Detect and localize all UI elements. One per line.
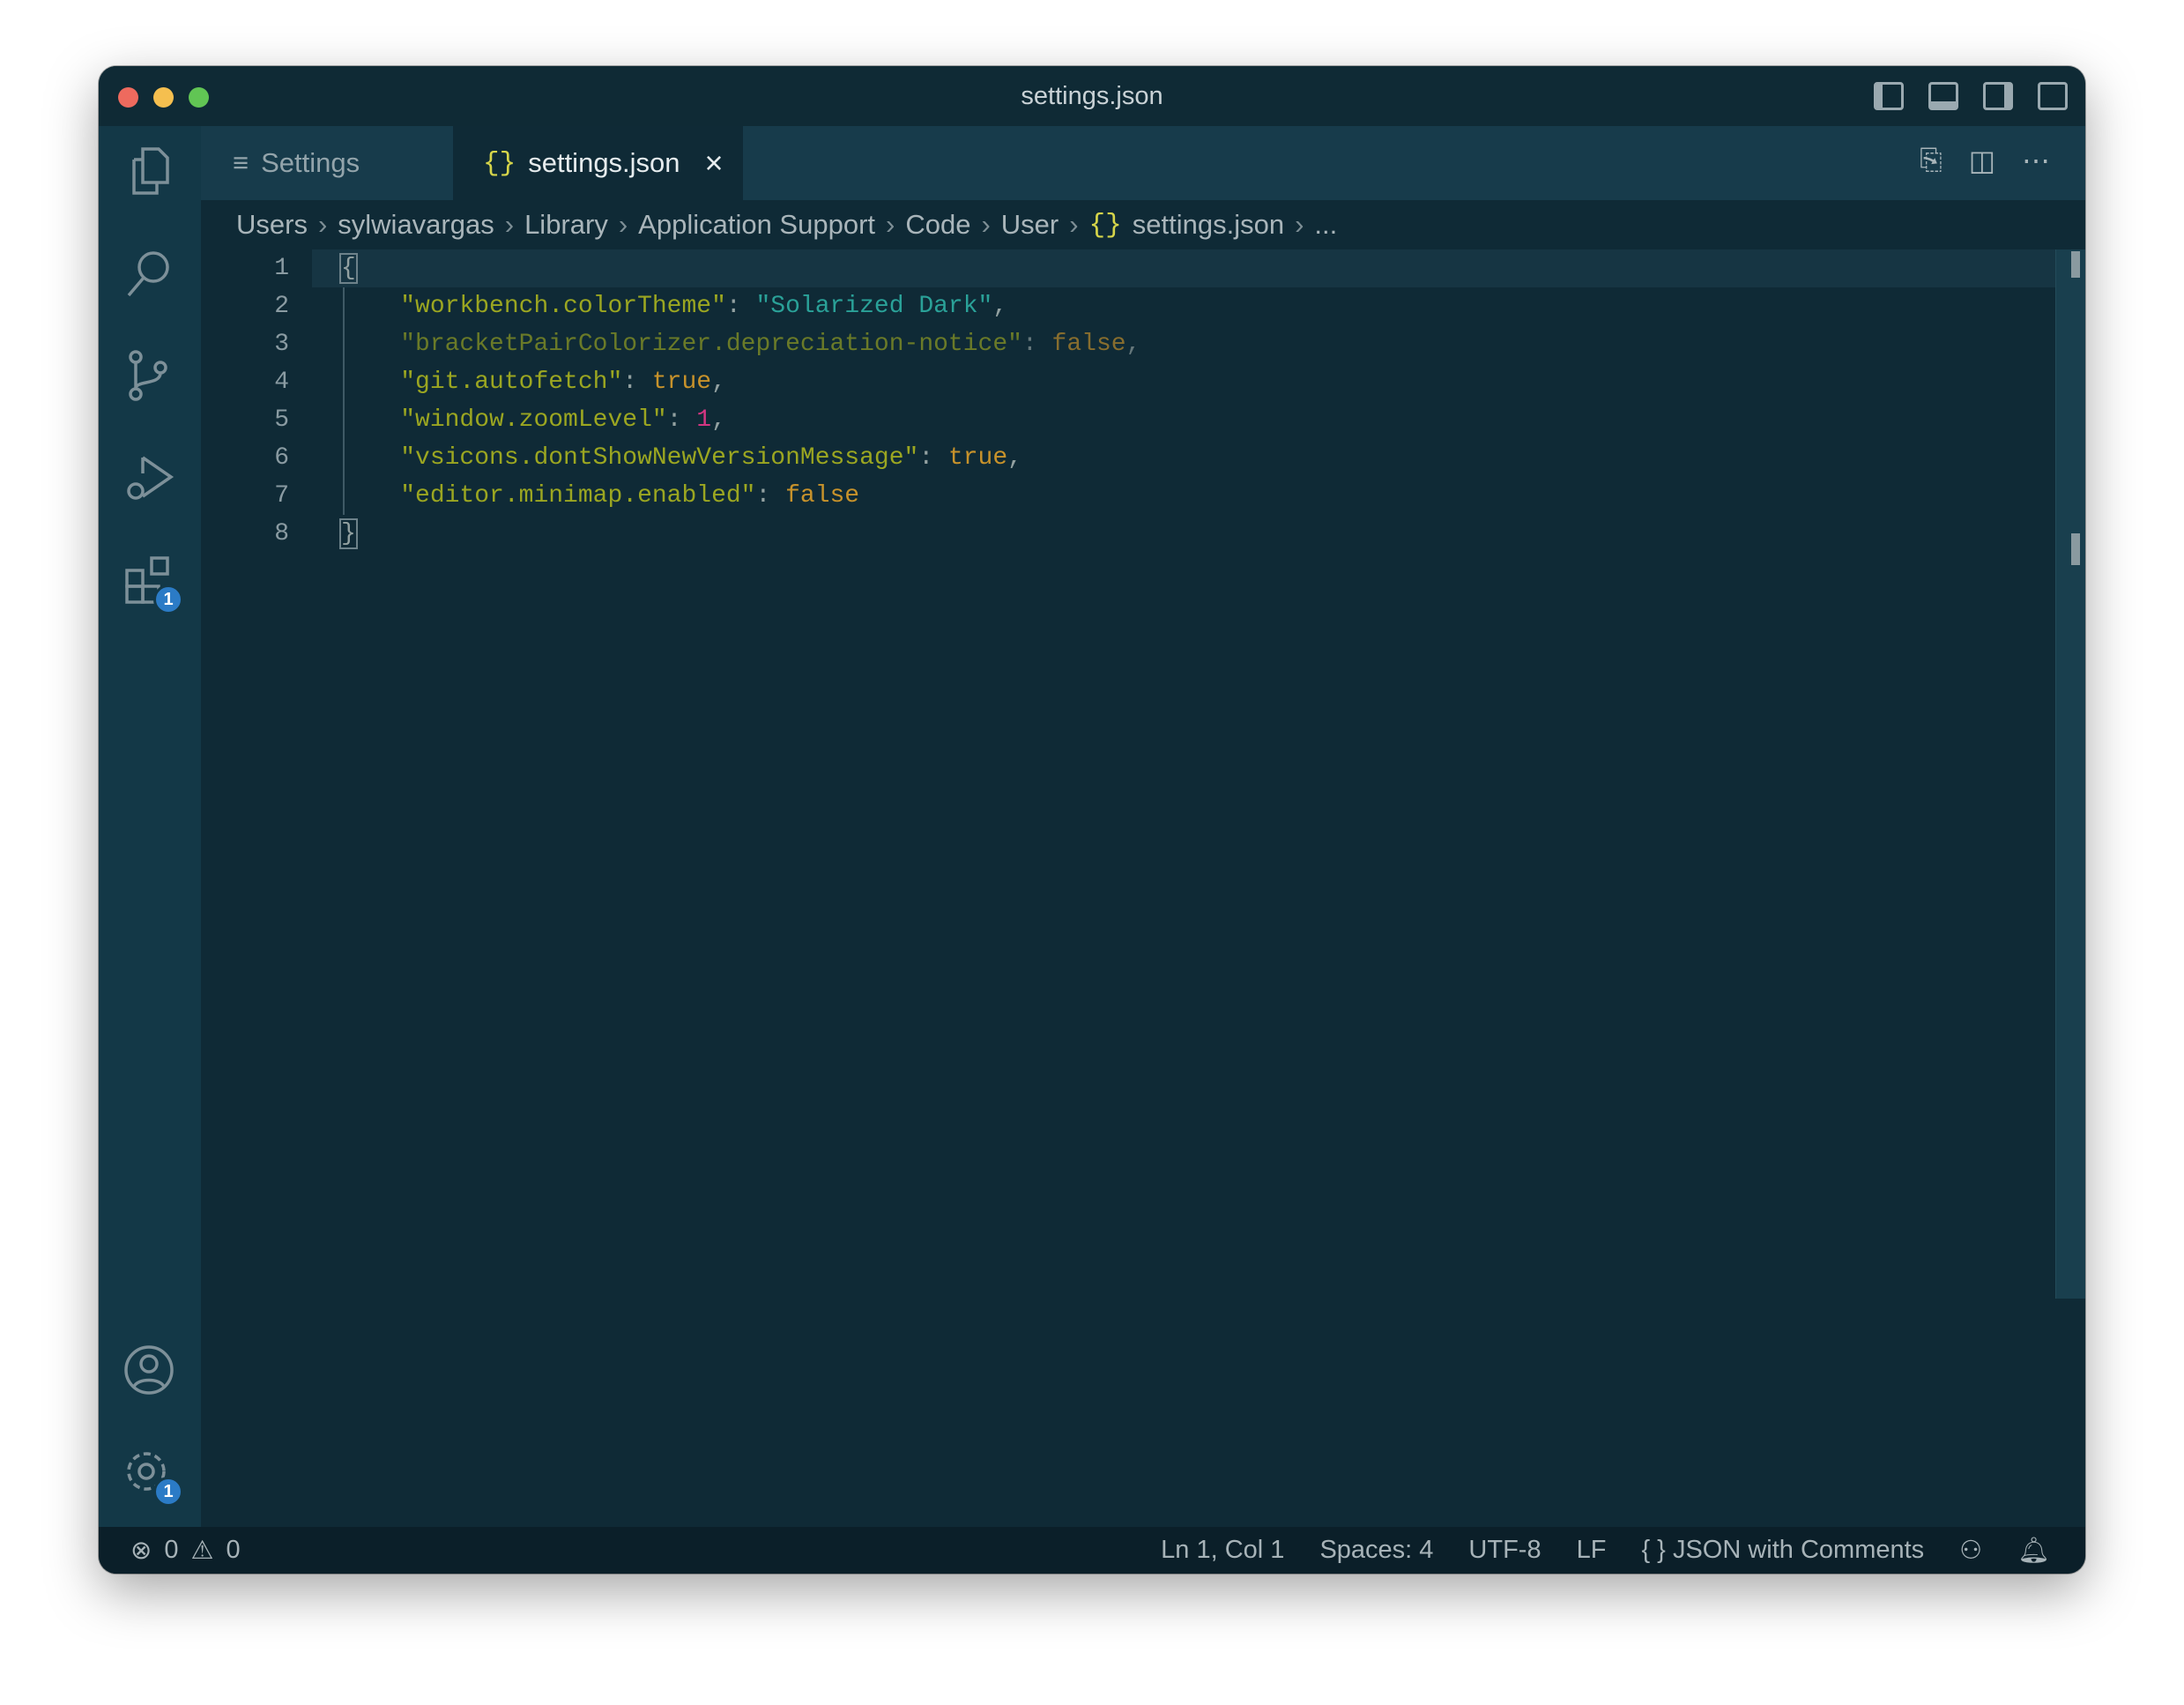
end-of-line[interactable]: LF — [1577, 1536, 1607, 1565]
scrollbar-thumb[interactable] — [2071, 533, 2080, 565]
tab-settings-json[interactable]: {} settings.json × — [453, 126, 743, 200]
run-debug-icon[interactable] — [122, 450, 176, 505]
line-number: 1 — [274, 255, 289, 282]
code-line: } — [339, 518, 358, 549]
braces-icon: { } — [1641, 1536, 1666, 1564]
code-editor[interactable]: 1 2 3 4 5 6 7 8 { "workbench.colorTheme"… — [201, 249, 2085, 1527]
breadcrumb-item[interactable]: Users — [236, 209, 308, 241]
line-number: 5 — [274, 406, 289, 434]
minimize-window-button[interactable] — [153, 87, 174, 108]
language-mode[interactable]: { } JSON with Comments — [1641, 1536, 1924, 1565]
status-bar: ⊗ 0 ⚠ 0 Ln 1, Col 1 Spaces: 4 UTF-8 LF { }… — [99, 1527, 2085, 1574]
customize-layout-icon[interactable] — [2038, 82, 2068, 110]
indentation[interactable]: Spaces: 4 — [1319, 1536, 1433, 1565]
line-number: 4 — [274, 369, 289, 396]
activity-bar: 1 1 — [99, 126, 201, 1527]
source-control-icon[interactable] — [122, 348, 176, 403]
menu-lines-icon: ≡ — [233, 147, 249, 178]
more-actions-icon[interactable]: ⋯ — [2022, 144, 2050, 177]
title-bar: settings.json — [99, 66, 2085, 126]
warning-icon: ⚠ — [190, 1537, 214, 1565]
breadcrumb-item[interactable]: Application Support — [638, 209, 875, 241]
extensions-icon[interactable]: 1 — [122, 553, 183, 614]
current-line-highlight — [312, 249, 2055, 287]
braces-icon: {} — [483, 147, 516, 179]
line-number: 6 — [274, 444, 289, 472]
code-line: "workbench.colorTheme": "Solarized Dark"… — [400, 293, 1008, 320]
notifications-bell-icon[interactable]: 🔔︎ — [2017, 1536, 2050, 1566]
code-line: "editor.minimap.enabled": false — [400, 482, 860, 510]
code-line: "git.autofetch": true, — [400, 369, 726, 396]
code-line: { — [339, 253, 358, 284]
code-line: "vsicons.dontShowNewVersionMessage": tru… — [400, 444, 1022, 472]
open-settings-ui-icon[interactable]: ⎘ — [1920, 144, 1943, 177]
breadcrumb-item[interactable]: sylwiavargas — [338, 209, 494, 241]
scrollbar-cursor-marker — [2071, 251, 2080, 278]
toggle-secondary-sidebar-icon[interactable] — [1983, 82, 2013, 110]
traffic-lights — [118, 87, 209, 108]
tab-settings[interactable]: ≡ Settings — [201, 126, 453, 200]
line-number: 3 — [274, 331, 289, 358]
breadcrumb-item[interactable]: settings.json — [1133, 209, 1284, 241]
manage-gear-icon[interactable]: 1 — [122, 1445, 183, 1507]
tab-bar: ≡ Settings {} settings.json × ⎘ ◫ ⋯ — [201, 126, 2085, 200]
window-title: settings.json — [1021, 81, 1163, 110]
search-icon[interactable] — [122, 246, 176, 301]
error-icon: ⊗ — [130, 1537, 152, 1565]
vscode-window: settings.json 1 1 ≡ Settings {} settings… — [99, 66, 2085, 1574]
close-tab-icon[interactable]: × — [705, 145, 724, 182]
line-number: 2 — [274, 293, 289, 320]
close-window-button[interactable] — [118, 87, 138, 108]
breadcrumb-item[interactable]: ... — [1314, 209, 1337, 241]
toggle-primary-sidebar-icon[interactable] — [1874, 82, 1904, 110]
line-number: 7 — [274, 482, 289, 510]
vertical-scrollbar[interactable] — [2055, 249, 2085, 1299]
breadcrumb-item[interactable]: Library — [524, 209, 608, 241]
accounts-icon[interactable] — [122, 1343, 176, 1397]
settings-badge: 1 — [153, 1477, 183, 1507]
breadcrumb-item[interactable]: Code — [905, 209, 970, 241]
toggle-panel-icon[interactable] — [1928, 82, 1958, 110]
extensions-badge: 1 — [153, 584, 183, 614]
encoding[interactable]: UTF-8 — [1468, 1536, 1541, 1565]
cursor-position[interactable]: Ln 1, Col 1 — [1161, 1536, 1284, 1565]
explorer-icon[interactable] — [122, 144, 176, 198]
line-number: 8 — [274, 520, 289, 547]
maximize-window-button[interactable] — [189, 87, 209, 108]
code-line: "window.zoomLevel": 1, — [400, 406, 726, 434]
breadcrumb: Users › sylwiavargas › Library › Applicatio… — [236, 209, 1338, 241]
code-line: "bracketPairColorizer.depreciation-notic… — [400, 331, 1141, 358]
feedback-icon[interactable]: ⚇ — [1959, 1535, 1982, 1566]
problems-indicator[interactable]: ⊗ 0 ⚠ 0 — [130, 1535, 241, 1566]
breadcrumb-item[interactable]: User — [1001, 209, 1059, 241]
braces-icon: {} — [1088, 209, 1122, 241]
split-editor-icon[interactable]: ◫ — [1969, 144, 1995, 177]
